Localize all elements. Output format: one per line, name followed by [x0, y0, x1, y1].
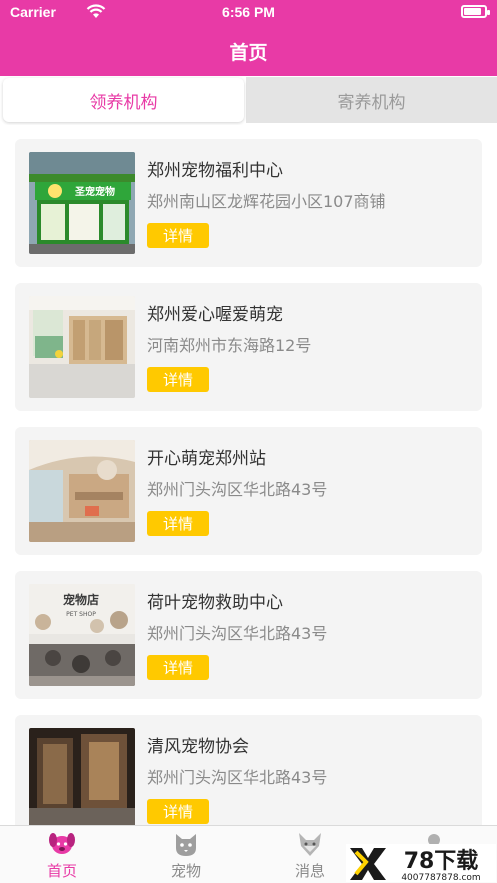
tab-home[interactable]: 首页 — [22, 830, 102, 881]
tab-label: 首页 — [46, 862, 77, 880]
store-photo — [29, 296, 135, 398]
org-address: 郑州南山区龙辉花园小区107商铺 — [147, 192, 386, 211]
details-button[interactable]: 详情 — [147, 799, 209, 824]
org-address: 郑州门头沟区华北路43号 — [147, 768, 328, 787]
details-button[interactable]: 详情 — [147, 511, 209, 536]
store-sign-subtext: PET SHOP — [66, 611, 96, 618]
dog-face-icon — [49, 833, 75, 854]
watermark-url: 4007787878.com — [401, 873, 480, 882]
store-sign-text: 宠物店 — [63, 592, 99, 607]
tab-label: 消息 — [294, 862, 325, 880]
org-address: 郑州门头沟区华北路43号 — [147, 624, 328, 643]
details-button[interactable]: 详情 — [147, 223, 209, 248]
list-item[interactable]: 郑州爱心喔爱萌宠 河南郑州市东海路12号 详情 — [15, 283, 482, 411]
list-item[interactable]: 宠物店 PET SHOP 荷叶宠物救助中心 郑州门头沟区华北路43号 详情 — [15, 571, 482, 699]
list-item[interactable]: 开心萌宠郑州站 郑州门头沟区华北路43号 详情 — [15, 427, 482, 555]
tab-pets[interactable]: 宠物 — [146, 830, 226, 881]
list-item[interactable]: 清风宠物协会 郑州门头沟区华北路43号 详情 — [15, 715, 482, 825]
org-name: 荷叶宠物救助中心 — [147, 593, 283, 613]
cat-face-icon — [176, 834, 196, 856]
org-address: 郑州门头沟区华北路43号 — [147, 480, 328, 499]
store-sign-text: 圣宠宠物 — [75, 185, 115, 198]
org-name: 清风宠物协会 — [147, 737, 249, 757]
fox-face-icon — [299, 833, 321, 856]
tab-label: 宠物 — [170, 862, 201, 880]
store-photo — [29, 728, 135, 825]
watermark-logo: 78下载 4007787878.com — [346, 844, 496, 882]
clock: 6:56 PM — [222, 4, 275, 20]
tab-messages[interactable]: 消息 — [270, 830, 350, 881]
watermark-brand: 78下载 — [404, 848, 479, 874]
store-photo — [29, 440, 135, 542]
segment-foster-orgs[interactable]: 寄养机构 — [246, 78, 497, 122]
org-address: 河南郑州市东海路12号 — [147, 336, 312, 355]
battery-icon — [461, 5, 490, 18]
store-photo: 圣宠宠物 — [29, 152, 135, 254]
app-screen: Carrier 6:56 PM 首页 领养机构 寄养机构 圣宠宠物 郑州宠物福利… — [0, 0, 497, 883]
store-photo: 宠物店 PET SHOP — [29, 584, 135, 686]
org-name: 郑州爱心喔爱萌宠 — [147, 305, 283, 325]
segment-adoption-orgs[interactable]: 领养机构 — [3, 78, 244, 122]
organization-list[interactable]: 圣宠宠物 郑州宠物福利中心 郑州南山区龙辉花园小区107商铺 详情 郑州爱心喔爱… — [0, 125, 497, 825]
list-item[interactable]: 圣宠宠物 郑州宠物福利中心 郑州南山区龙辉花园小区107商铺 详情 — [15, 139, 482, 267]
status-bar: Carrier 6:56 PM — [0, 0, 497, 24]
org-name: 开心萌宠郑州站 — [147, 449, 266, 469]
navigation-header: Carrier 6:56 PM 首页 — [0, 0, 497, 76]
segmented-control: 领养机构 寄养机构 — [0, 76, 497, 125]
page-title: 首页 — [229, 42, 268, 64]
details-button[interactable]: 详情 — [147, 367, 209, 392]
details-button[interactable]: 详情 — [147, 655, 209, 680]
org-name: 郑州宠物福利中心 — [147, 161, 283, 181]
